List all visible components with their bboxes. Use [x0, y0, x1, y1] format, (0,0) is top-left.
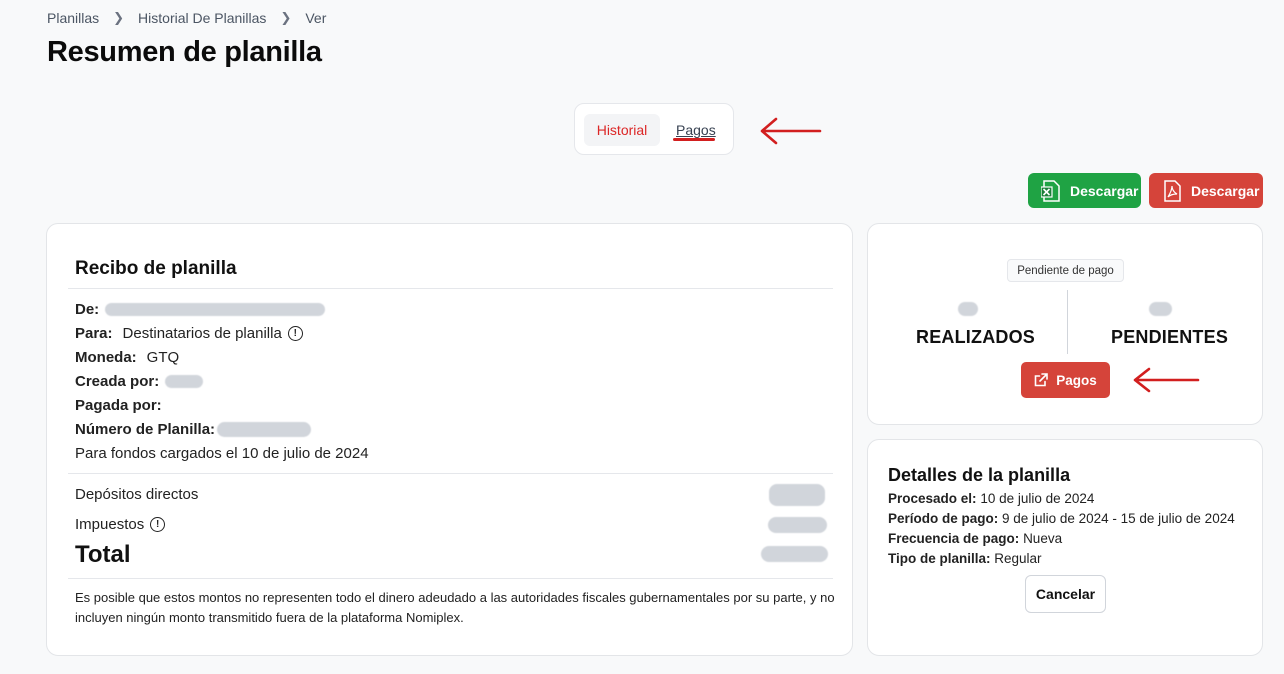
download-pdf-label: Descargar — [1191, 182, 1260, 199]
receipt-title: Recibo de planilla — [75, 258, 237, 279]
annotation-arrow-icon — [760, 117, 822, 145]
divider — [1067, 290, 1068, 354]
payment-status-card: Pendiente de pago REALIZADOS PENDIENTES … — [867, 223, 1263, 425]
redacted-amount — [768, 517, 827, 533]
tab-bar: Historial Pagos — [574, 103, 734, 155]
tipo-value: Regular — [994, 551, 1042, 566]
breadcrumb-historial[interactable]: Historial De Planillas — [138, 10, 266, 26]
breadcrumb-ver: Ver — [305, 10, 327, 26]
para-label: Para: — [75, 325, 113, 342]
row-pagada: Pagada por: — [75, 397, 172, 414]
row-periodo: Período de pago: 9 de julio de 2024 - 15… — [888, 511, 1235, 526]
para-value: Destinatarios de planilla — [122, 325, 282, 342]
pagada-label: Pagada por: — [75, 397, 162, 414]
row-moneda: Moneda: GTQ — [75, 349, 179, 366]
redacted-value — [217, 422, 312, 437]
external-link-icon — [1034, 373, 1049, 387]
chevron-right-icon: ❯ — [113, 10, 125, 25]
breadcrumb: Planillas ❯ Historial De Planillas ❯ Ver — [47, 10, 326, 26]
redacted-amount — [769, 484, 825, 506]
info-icon[interactable]: ! — [150, 517, 166, 532]
depositos-label: Depósitos directos — [75, 486, 199, 503]
periodo-value: 9 de julio de 2024 - 15 de julio de 2024 — [1002, 511, 1235, 526]
divider — [68, 578, 833, 579]
pagos-button[interactable]: Pagos — [1021, 362, 1110, 398]
download-excel-label: Descargar — [1070, 182, 1139, 199]
total-label: Total — [75, 541, 131, 568]
details-title: Detalles de la planilla — [888, 465, 1071, 485]
fondos-text: Para fondos cargados el 10 de julio de 2… — [75, 445, 369, 462]
breadcrumb-planillas[interactable]: Planillas — [47, 10, 99, 26]
realizados-label: REALIZADOS — [916, 327, 1035, 347]
moneda-value: GTQ — [146, 349, 180, 366]
status-badge: Pendiente de pago — [1007, 259, 1124, 282]
redacted-count — [1149, 302, 1172, 316]
moneda-label: Moneda: — [75, 349, 137, 366]
receipt-card: Recibo de planilla De: Para: Destinatari… — [46, 223, 853, 656]
frecuencia-label: Frecuencia de pago: — [888, 531, 1020, 546]
procesado-value: 10 de julio de 2024 — [980, 491, 1095, 506]
pdf-file-icon — [1161, 179, 1183, 202]
impuestos-row: Impuestos ! — [75, 516, 166, 533]
excel-file-icon — [1040, 179, 1062, 202]
frecuencia-value: Nueva — [1023, 531, 1063, 546]
pagos-button-label: Pagos — [1056, 372, 1097, 388]
download-pdf-button[interactable]: Descargar — [1149, 173, 1263, 208]
annotation-underline — [673, 138, 715, 141]
periodo-label: Período de pago: — [888, 511, 999, 526]
row-para: Para: Destinatarios de planilla ! — [75, 325, 303, 342]
row-creada: Creada por: — [75, 373, 204, 390]
row-procesado: Procesado el: 10 de julio de 2024 — [888, 491, 1094, 506]
impuestos-label: Impuestos — [75, 516, 145, 533]
redacted-value — [105, 303, 326, 316]
redacted-amount — [761, 546, 828, 562]
divider — [68, 473, 833, 474]
row-frecuencia: Frecuencia de pago: Nueva — [888, 531, 1062, 546]
info-icon[interactable]: ! — [287, 326, 303, 341]
page-title: Resumen de planilla — [47, 36, 322, 68]
chevron-right-icon: ❯ — [280, 10, 292, 25]
creada-label: Creada por: — [75, 373, 160, 390]
numero-label: Número de Planilla: — [75, 421, 216, 438]
row-numero: Número de Planilla: — [75, 421, 312, 438]
download-excel-button[interactable]: Descargar — [1028, 173, 1141, 208]
annotation-arrow-icon — [1133, 367, 1200, 393]
tab-historial[interactable]: Historial — [584, 114, 660, 146]
cancel-button[interactable]: Cancelar — [1025, 575, 1106, 613]
disclaimer-note: Es posible que estos montos no represent… — [75, 590, 835, 625]
redacted-count — [958, 302, 978, 316]
tab-pagos[interactable]: Pagos — [676, 122, 716, 138]
redacted-value — [165, 375, 204, 388]
pendientes-label: PENDIENTES — [1111, 327, 1229, 347]
payroll-details-card: Detalles de la planilla Procesado el: 10… — [867, 439, 1263, 656]
de-label: De: — [75, 301, 100, 318]
row-tipo: Tipo de planilla: Regular — [888, 551, 1042, 566]
row-de: De: — [75, 301, 326, 318]
divider — [68, 288, 833, 289]
tipo-label: Tipo de planilla: — [888, 551, 991, 566]
procesado-label: Procesado el: — [888, 491, 977, 506]
